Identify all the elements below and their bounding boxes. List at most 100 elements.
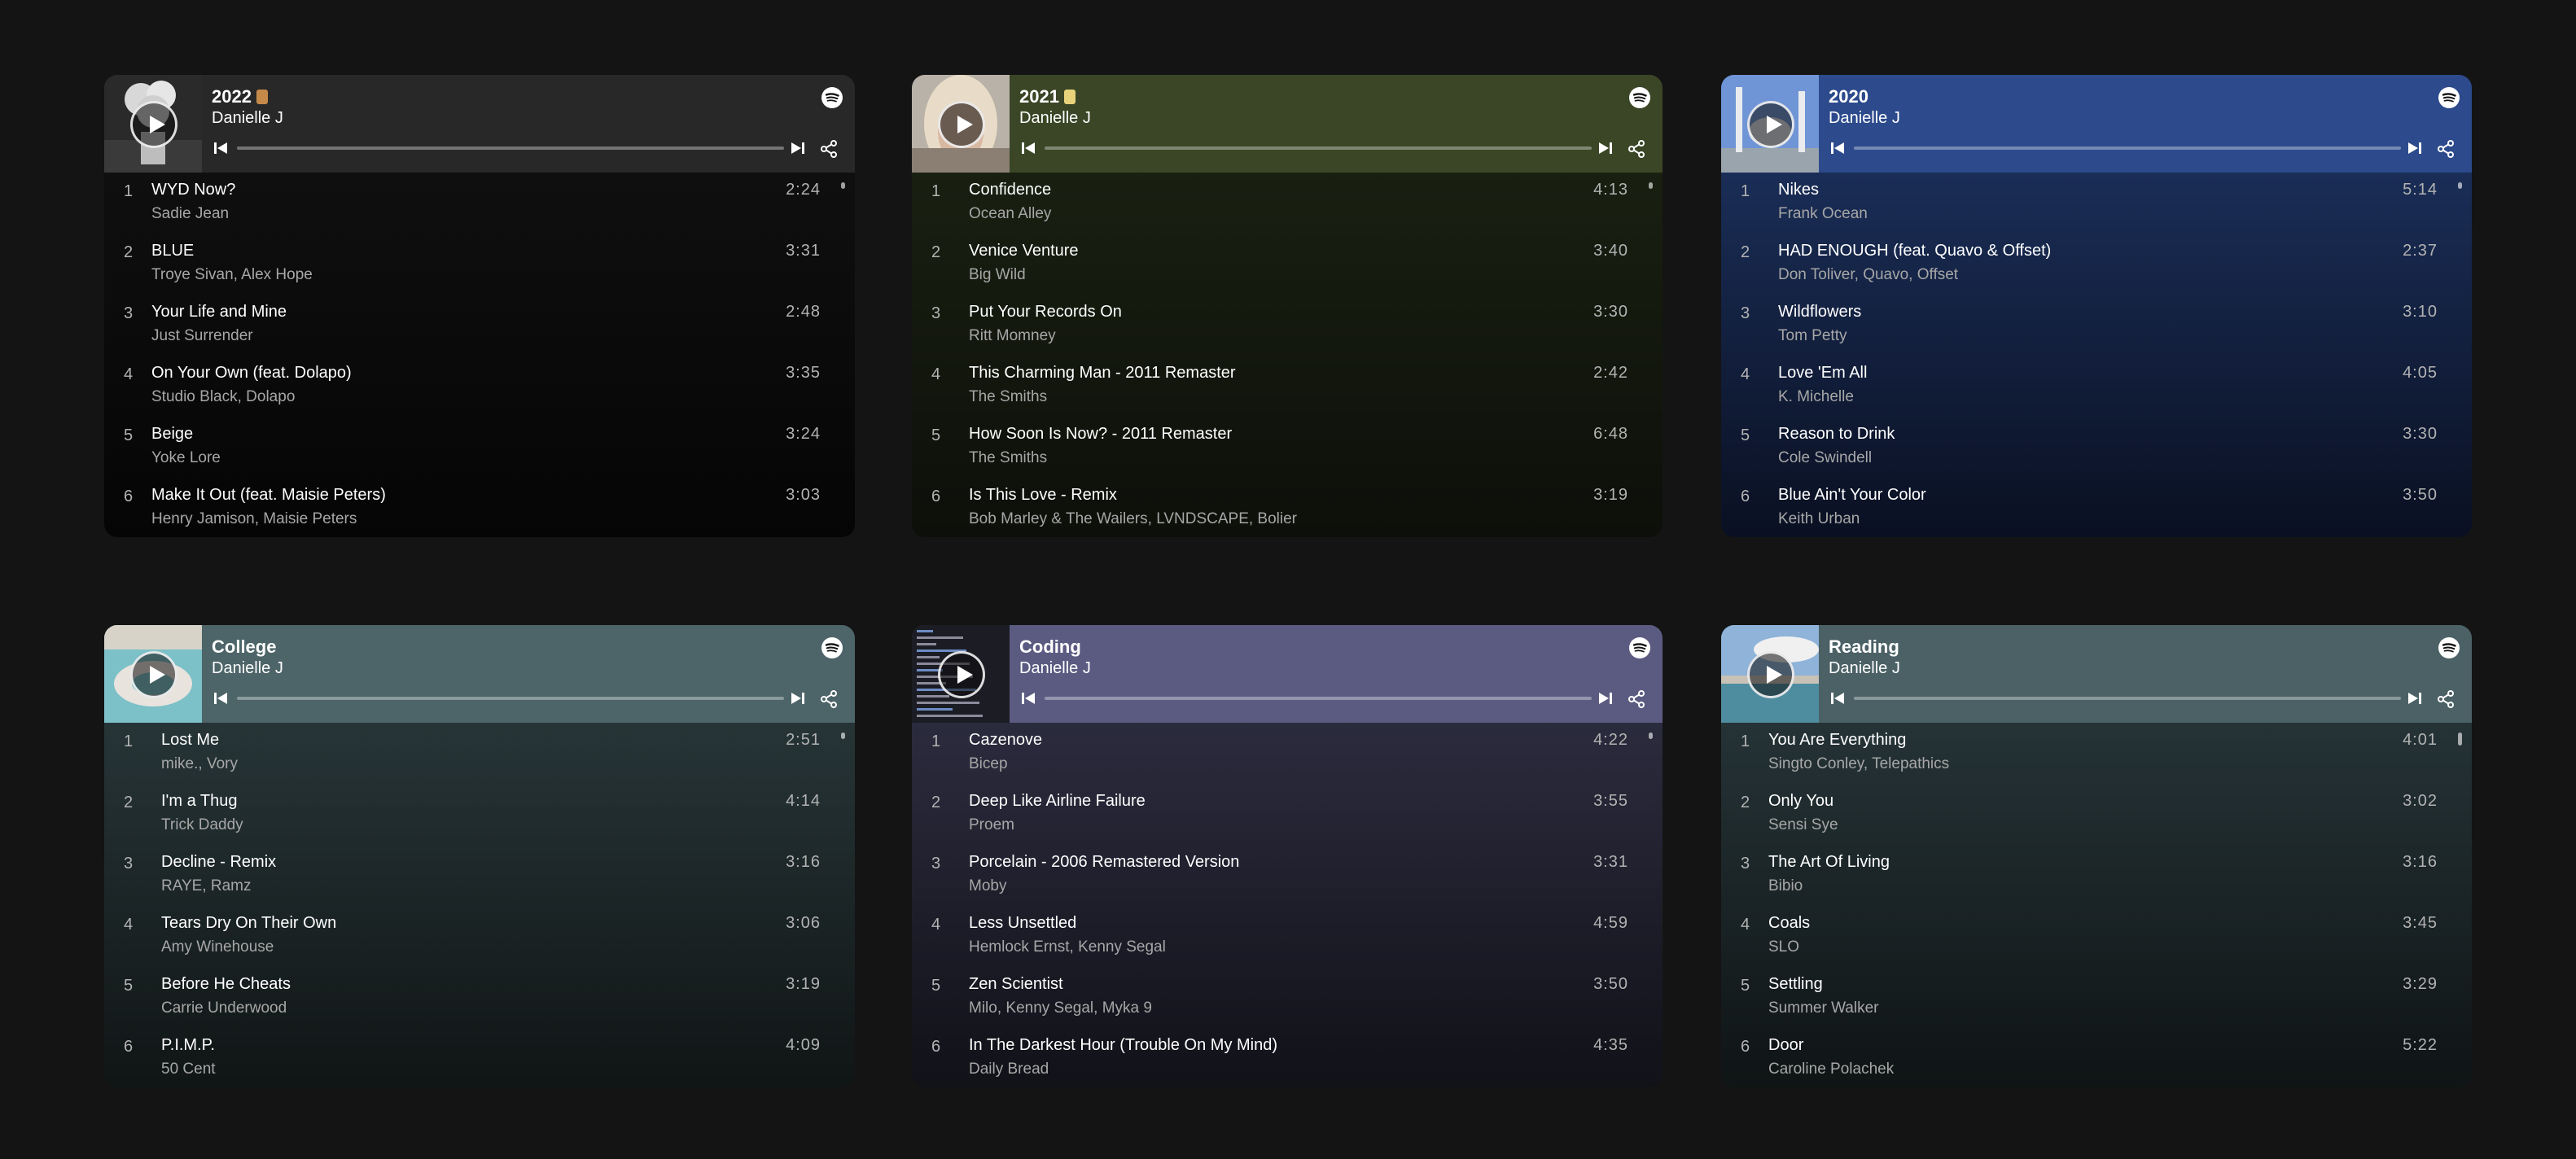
track-row[interactable]: 4 Tears Dry On Their Own Amy Winehouse 3:06 — [104, 906, 821, 967]
playlist-title[interactable]: College — [212, 636, 276, 658]
track-row[interactable]: 5 Zen Scientist Milo, Kenny Segal, Myka 9 3… — [912, 967, 1628, 1028]
playlist-owner[interactable]: Danielle J — [212, 659, 283, 678]
track-row[interactable]: 1 You Are Everything Singto Conley, Telepa… — [1721, 723, 2438, 784]
track-row[interactable]: 5 Before He Cheats Carrie Underwood 3:19 — [104, 967, 821, 1028]
track-row[interactable]: 6 P.I.M.P. 50 Cent 4:09 — [104, 1028, 821, 1087]
skip-forward-icon[interactable] — [791, 141, 805, 155]
track-row[interactable]: 5 Beige Yoke Lore 3:24 — [104, 417, 821, 478]
track-row[interactable]: 5 Reason to Drink Cole Swindell 3:30 — [1721, 417, 2438, 478]
track-row[interactable]: 5 How Soon Is Now? - 2011 Remaster The Smi… — [912, 417, 1628, 478]
skip-forward-icon[interactable] — [791, 691, 805, 706]
spotify-logo-icon[interactable] — [821, 636, 843, 659]
scrollbar-thumb[interactable] — [841, 182, 845, 189]
track-number: 1 — [124, 182, 134, 200]
playlist-owner[interactable]: Danielle J — [1019, 109, 1091, 128]
track-row[interactable]: 1 WYD Now? Sadie Jean 2:24 — [104, 173, 821, 234]
track-row[interactable]: 1 Lost Me mike., Vory 2:51 — [104, 723, 821, 784]
play-button[interactable] — [1747, 651, 1794, 698]
spotify-logo-icon[interactable] — [2438, 86, 2460, 109]
skip-back-icon[interactable] — [1830, 141, 1845, 155]
track-row[interactable]: 4 This Charming Man - 2011 Remaster The Sm… — [912, 356, 1628, 417]
track-row[interactable]: 4 On Your Own (feat. Dolapo) Studio Black,… — [104, 356, 821, 417]
playlist-owner[interactable]: Danielle J — [1829, 109, 1900, 128]
track-row[interactable]: 2 Deep Like Airline Failure Proem 3:55 — [912, 784, 1628, 845]
skip-forward-icon[interactable] — [2407, 141, 2422, 155]
track-duration: 3:31 — [786, 242, 821, 260]
track-row[interactable]: 6 Make It Out (feat. Maisie Peters) Henry … — [104, 478, 821, 537]
track-row[interactable]: 2 BLUE Troye Sivan, Alex Hope 3:31 — [104, 234, 821, 295]
skip-back-icon[interactable] — [213, 141, 228, 155]
track-row[interactable]: 2 I'm a Thug Trick Daddy 4:14 — [104, 784, 821, 845]
track-row[interactable]: 3 Decline - Remix RAYE, Ramz 3:16 — [104, 845, 821, 906]
track-row[interactable]: 1 Nikes Frank Ocean 5:14 — [1721, 173, 2438, 234]
scrollbar-thumb[interactable] — [1649, 182, 1653, 189]
progress-bar[interactable] — [1045, 697, 1592, 700]
track-row[interactable]: 6 Is This Love - Remix Bob Marley & The Wa… — [912, 478, 1628, 537]
playlist-owner[interactable]: Danielle J — [1019, 659, 1091, 678]
share-icon[interactable] — [2436, 139, 2456, 159]
track-row[interactable]: 6 Door Caroline Polachek 5:22 — [1721, 1028, 2438, 1087]
track-row[interactable]: 3 Put Your Records On Ritt Momney 3:30 — [912, 295, 1628, 356]
share-icon[interactable] — [819, 689, 839, 709]
scrollbar-thumb[interactable] — [1649, 733, 1653, 739]
track-row[interactable]: 1 Confidence Ocean Alley 4:13 — [912, 173, 1628, 234]
track-row[interactable]: 4 Coals SLO 3:45 — [1721, 906, 2438, 967]
track-row[interactable]: 2 HAD ENOUGH (feat. Quavo & Offset) Don To… — [1721, 234, 2438, 295]
play-button[interactable] — [130, 101, 177, 148]
spotify-logo-icon[interactable] — [1628, 86, 1651, 109]
track-title: HAD ENOUGH (feat. Quavo & Offset) — [1778, 242, 2052, 260]
share-icon[interactable] — [819, 139, 839, 159]
playlist-title[interactable]: 2022 — [212, 86, 268, 107]
track-number: 1 — [124, 733, 134, 750]
track-title: Coals — [1768, 914, 1811, 932]
track-number: 3 — [1741, 855, 1750, 873]
track-row[interactable]: 6 Blue Ain't Your Color Keith Urban 3:50 — [1721, 478, 2438, 537]
track-number: 6 — [1741, 1038, 1750, 1056]
spotify-logo-icon[interactable] — [1628, 636, 1651, 659]
spotify-logo-icon[interactable] — [2438, 636, 2460, 659]
play-button[interactable] — [1747, 101, 1794, 148]
progress-bar[interactable] — [1045, 147, 1592, 150]
skip-back-icon[interactable] — [1021, 691, 1036, 706]
track-list: 1 WYD Now? Sadie Jean 2:24 2 BLUE Troye Sivan,… — [104, 173, 855, 537]
track-row[interactable]: 3 Your Life and Mine Just Surrender 2:48 — [104, 295, 821, 356]
share-icon[interactable] — [2436, 689, 2456, 709]
skip-forward-icon[interactable] — [2407, 691, 2422, 706]
share-icon[interactable] — [1627, 139, 1646, 159]
track-row[interactable]: 3 The Art Of Living Bibio 3:16 — [1721, 845, 2438, 906]
track-row[interactable]: 4 Love 'Em All K. Michelle 4:05 — [1721, 356, 2438, 417]
progress-bar[interactable] — [237, 147, 784, 150]
skip-back-icon[interactable] — [1830, 691, 1845, 706]
scrollbar-thumb[interactable] — [2458, 733, 2462, 746]
skip-back-icon[interactable] — [1021, 141, 1036, 155]
track-artist: Bibio — [1768, 877, 1803, 894]
progress-bar[interactable] — [1854, 697, 2401, 700]
track-row[interactable]: 5 Settling Summer Walker 3:29 — [1721, 967, 2438, 1028]
track-row[interactable]: 2 Only You Sensi Sye 3:02 — [1721, 784, 2438, 845]
track-row[interactable]: 1 Cazenove Bicep 4:22 — [912, 723, 1628, 784]
spotify-logo-icon[interactable] — [821, 86, 843, 109]
skip-forward-icon[interactable] — [1598, 141, 1613, 155]
play-button[interactable] — [938, 651, 985, 698]
track-row[interactable]: 3 Wildflowers Tom Petty 3:10 — [1721, 295, 2438, 356]
progress-bar[interactable] — [237, 697, 784, 700]
playlist-title[interactable]: Reading — [1829, 636, 1899, 658]
track-row[interactable]: 6 In The Darkest Hour (Trouble On My Mind… — [912, 1028, 1628, 1087]
playlist-title[interactable]: Coding — [1019, 636, 1081, 658]
playlist-title[interactable]: 2021 — [1019, 86, 1076, 107]
share-icon[interactable] — [1627, 689, 1646, 709]
playlist-owner[interactable]: Danielle J — [212, 109, 283, 128]
playlist-owner[interactable]: Danielle J — [1829, 659, 1900, 678]
play-button[interactable] — [938, 101, 985, 148]
play-button[interactable] — [130, 651, 177, 698]
track-row[interactable]: 4 Less Unsettled Hemlock Ernst, Kenny Sega… — [912, 906, 1628, 967]
progress-bar[interactable] — [1854, 147, 2401, 150]
skip-forward-icon[interactable] — [1598, 691, 1613, 706]
track-title: Only You — [1768, 792, 1834, 810]
track-row[interactable]: 3 Porcelain - 2006 Remastered Version Moby… — [912, 845, 1628, 906]
scrollbar-thumb[interactable] — [841, 733, 845, 739]
skip-back-icon[interactable] — [213, 691, 228, 706]
track-row[interactable]: 2 Venice Venture Big Wild 3:40 — [912, 234, 1628, 295]
scrollbar-thumb[interactable] — [2458, 182, 2462, 189]
playlist-title[interactable]: 2020 — [1829, 86, 1868, 107]
